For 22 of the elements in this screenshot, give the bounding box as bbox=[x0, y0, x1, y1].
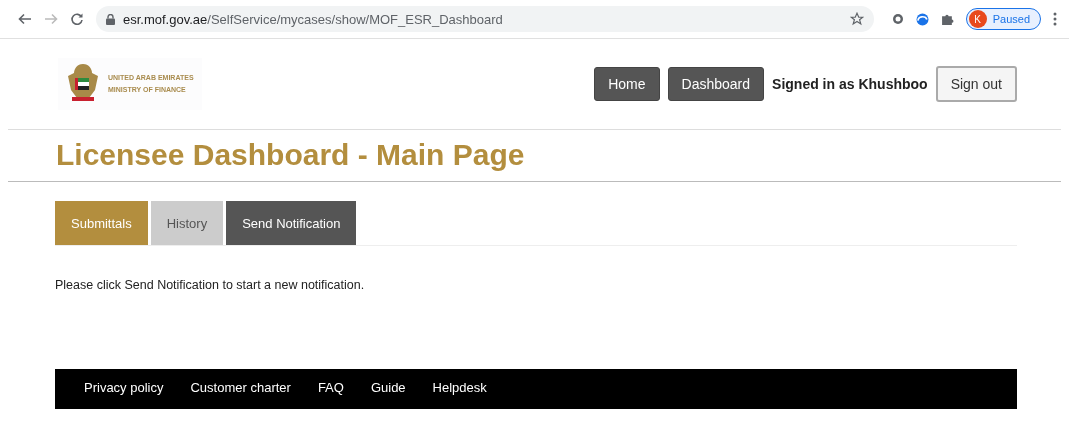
page-title: Licensee Dashboard - Main Page bbox=[8, 130, 1061, 182]
star-icon[interactable] bbox=[849, 12, 864, 26]
footer-link[interactable]: Privacy policy bbox=[84, 380, 164, 395]
footer-link[interactable]: FAQ bbox=[317, 380, 344, 395]
lock-icon bbox=[106, 13, 115, 25]
signed-in-label: Signed in as Khushboo bbox=[772, 76, 928, 92]
puzzle-icon[interactable] bbox=[940, 12, 954, 26]
reload-icon[interactable] bbox=[70, 12, 84, 26]
back-icon[interactable] bbox=[18, 13, 32, 25]
tab[interactable]: History bbox=[150, 201, 224, 245]
nav-button[interactable]: Home bbox=[594, 67, 660, 101]
info-message: Please click Send Notification to start a new notification. bbox=[55, 278, 366, 292]
address-bar[interactable]: esr.mof.gov.ae/SelfService/mycases/show/MOF_ESR_Dashboard bbox=[96, 6, 874, 32]
footer-link[interactable]: Customer charter bbox=[190, 380, 291, 395]
send-notification-tab[interactable]: Send Notification bbox=[226, 201, 357, 245]
profile-button[interactable]: K Paused bbox=[965, 8, 1041, 30]
sign-out-button[interactable]: Sign out bbox=[935, 66, 1017, 102]
url-text: esr.mof.gov.ae/SelfService/mycases/show/MOF_ESR_Dashboard bbox=[123, 11, 504, 27]
footer-link[interactable]: Guide bbox=[370, 380, 406, 395]
menu-icon[interactable] bbox=[1053, 12, 1057, 26]
footer-link[interactable]: Helpdesk bbox=[432, 380, 487, 395]
nav-button[interactable]: Dashboard bbox=[667, 67, 765, 101]
